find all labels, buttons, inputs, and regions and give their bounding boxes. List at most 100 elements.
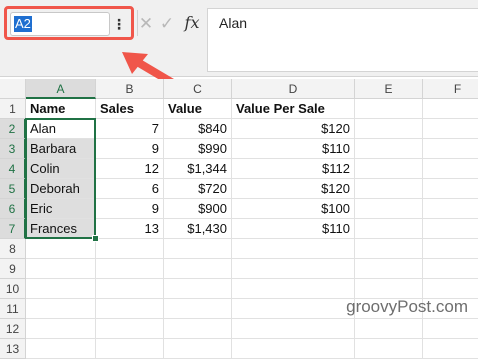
cell-c5[interactable]: $720 bbox=[164, 179, 232, 199]
cell-d1[interactable]: Value Per Sale bbox=[232, 99, 355, 119]
row-header-8[interactable]: 8 bbox=[0, 239, 26, 259]
check-icon[interactable]: ✓ bbox=[158, 13, 176, 35]
row-header-6[interactable]: 6 bbox=[0, 199, 26, 219]
insert-function-icon[interactable]: fx bbox=[181, 12, 203, 34]
cell-e3[interactable] bbox=[355, 139, 423, 159]
cell-e7[interactable] bbox=[355, 219, 423, 239]
column-header-c[interactable]: C bbox=[164, 79, 232, 99]
cell-b5[interactable]: 6 bbox=[96, 179, 164, 199]
cell-d13[interactable] bbox=[232, 339, 355, 359]
cell-d5[interactable]: $120 bbox=[232, 179, 355, 199]
cell-c8[interactable] bbox=[164, 239, 232, 259]
cell-a9[interactable] bbox=[26, 259, 96, 279]
cell-d4[interactable]: $112 bbox=[232, 159, 355, 179]
cell-b8[interactable] bbox=[96, 239, 164, 259]
cell-f5[interactable] bbox=[423, 179, 478, 199]
cell-b11[interactable] bbox=[96, 299, 164, 319]
cell-f6[interactable] bbox=[423, 199, 478, 219]
cell-a2[interactable]: Alan bbox=[26, 119, 96, 139]
cell-c9[interactable] bbox=[164, 259, 232, 279]
row-header-12[interactable]: 12 bbox=[0, 319, 26, 339]
row-header-2[interactable]: 2 bbox=[0, 119, 26, 139]
cell-e13[interactable] bbox=[355, 339, 423, 359]
cell-e2[interactable] bbox=[355, 119, 423, 139]
row-header-1[interactable]: 1 bbox=[0, 99, 26, 119]
column-header-e[interactable]: E bbox=[355, 79, 423, 99]
cell-d7[interactable]: $110 bbox=[232, 219, 355, 239]
cell-b1[interactable]: Sales bbox=[96, 99, 164, 119]
row-header-11[interactable]: 11 bbox=[0, 299, 26, 319]
cell-e4[interactable] bbox=[355, 159, 423, 179]
cell-d12[interactable] bbox=[232, 319, 355, 339]
cell-f10[interactable] bbox=[423, 279, 478, 299]
cell-d3[interactable]: $110 bbox=[232, 139, 355, 159]
cell-e10[interactable] bbox=[355, 279, 423, 299]
cell-b12[interactable] bbox=[96, 319, 164, 339]
cell-d11[interactable] bbox=[232, 299, 355, 319]
row-header-9[interactable]: 9 bbox=[0, 259, 26, 279]
fill-handle[interactable] bbox=[92, 235, 99, 242]
column-header-b[interactable]: B bbox=[96, 79, 164, 99]
cell-c13[interactable] bbox=[164, 339, 232, 359]
cell-b4[interactable]: 12 bbox=[96, 159, 164, 179]
cell-c10[interactable] bbox=[164, 279, 232, 299]
cell-c12[interactable] bbox=[164, 319, 232, 339]
cell-c7[interactable]: $1,430 bbox=[164, 219, 232, 239]
cell-c4[interactable]: $1,344 bbox=[164, 159, 232, 179]
cell-a6[interactable]: Eric bbox=[26, 199, 96, 219]
cell-f7[interactable] bbox=[423, 219, 478, 239]
cell-b9[interactable] bbox=[96, 259, 164, 279]
cell-e9[interactable] bbox=[355, 259, 423, 279]
cell-a7[interactable]: Frances bbox=[26, 219, 96, 239]
select-all-corner[interactable] bbox=[0, 79, 26, 99]
cell-a8[interactable] bbox=[26, 239, 96, 259]
formula-input[interactable]: Alan bbox=[207, 8, 478, 72]
cell-d10[interactable] bbox=[232, 279, 355, 299]
cell-a13[interactable] bbox=[26, 339, 96, 359]
cell-f3[interactable] bbox=[423, 139, 478, 159]
column-header-a[interactable]: A bbox=[26, 79, 96, 99]
cell-c3[interactable]: $990 bbox=[164, 139, 232, 159]
cell-a3[interactable]: Barbara bbox=[26, 139, 96, 159]
close-icon[interactable]: ✕ bbox=[137, 13, 155, 35]
cell-f2[interactable] bbox=[423, 119, 478, 139]
cell-f4[interactable] bbox=[423, 159, 478, 179]
cell-e1[interactable] bbox=[355, 99, 423, 119]
cell-d8[interactable] bbox=[232, 239, 355, 259]
cell-c1[interactable]: Value bbox=[164, 99, 232, 119]
cell-a10[interactable] bbox=[26, 279, 96, 299]
cell-f9[interactable] bbox=[423, 259, 478, 279]
cell-a5[interactable]: Deborah bbox=[26, 179, 96, 199]
cell-f12[interactable] bbox=[423, 319, 478, 339]
row-header-10[interactable]: 10 bbox=[0, 279, 26, 299]
cell-f8[interactable] bbox=[423, 239, 478, 259]
cell-d2[interactable]: $120 bbox=[232, 119, 355, 139]
cell-f13[interactable] bbox=[423, 339, 478, 359]
cell-a1[interactable]: Name bbox=[26, 99, 96, 119]
cell-e6[interactable] bbox=[355, 199, 423, 219]
cell-c6[interactable]: $900 bbox=[164, 199, 232, 219]
cell-e5[interactable] bbox=[355, 179, 423, 199]
row-header-7[interactable]: 7 bbox=[0, 219, 26, 239]
cell-b7[interactable]: 13 bbox=[96, 219, 164, 239]
cell-e12[interactable] bbox=[355, 319, 423, 339]
row-header-3[interactable]: 3 bbox=[0, 139, 26, 159]
column-header-d[interactable]: D bbox=[232, 79, 355, 99]
row-header-4[interactable]: 4 bbox=[0, 159, 26, 179]
cell-a12[interactable] bbox=[26, 319, 96, 339]
cell-b2[interactable]: 7 bbox=[96, 119, 164, 139]
cell-a11[interactable] bbox=[26, 299, 96, 319]
cell-a4[interactable]: Colin bbox=[26, 159, 96, 179]
row-header-13[interactable]: 13 bbox=[0, 339, 26, 359]
cell-b13[interactable] bbox=[96, 339, 164, 359]
cell-b10[interactable] bbox=[96, 279, 164, 299]
cell-c11[interactable] bbox=[164, 299, 232, 319]
cell-d6[interactable]: $100 bbox=[232, 199, 355, 219]
cell-c2[interactable]: $840 bbox=[164, 119, 232, 139]
row-header-5[interactable]: 5 bbox=[0, 179, 26, 199]
column-header-f[interactable]: F bbox=[423, 79, 478, 99]
cell-e8[interactable] bbox=[355, 239, 423, 259]
cell-f1[interactable] bbox=[423, 99, 478, 119]
cell-b6[interactable]: 9 bbox=[96, 199, 164, 219]
cell-d9[interactable] bbox=[232, 259, 355, 279]
